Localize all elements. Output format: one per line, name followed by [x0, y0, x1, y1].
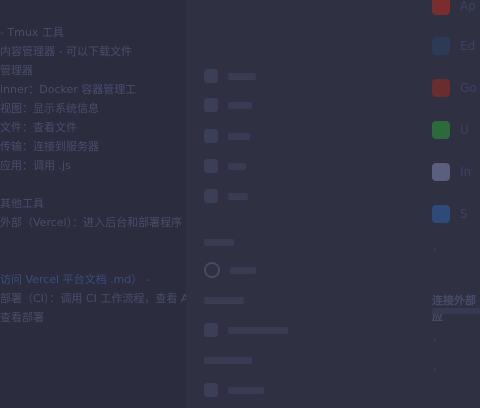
menu-item-label: [204, 356, 252, 364]
menu-item-label: [230, 266, 256, 274]
menu-item-icon: [204, 159, 218, 173]
menu-item-icon: [204, 98, 218, 112]
menu-item[interactable]: [204, 290, 244, 310]
arrow-right-icon[interactable]: ›: [432, 362, 437, 376]
arrow-right-icon[interactable]: ›: [432, 242, 437, 256]
menu-item-label: [228, 326, 288, 334]
chat-line: 应用：调用 .js: [0, 159, 71, 172]
section-subtitle: [432, 308, 480, 314]
app-item[interactable]: Ap: [432, 0, 476, 18]
chat-link[interactable]: 访问 Vercel 平台文档 .md） -: [0, 273, 150, 287]
menu-item-label: [228, 101, 252, 109]
chat-line: 视图：显示系统信息: [0, 102, 99, 115]
menu-item-label: [228, 386, 264, 394]
menu-item-icon: [204, 129, 218, 143]
menu-item[interactable]: [204, 260, 256, 280]
app-label: U: [460, 123, 469, 137]
menu-item[interactable]: [204, 380, 264, 400]
menu-item[interactable]: [204, 126, 250, 146]
menu-item[interactable]: [204, 66, 256, 86]
app-icon: [432, 0, 450, 15]
chat-line: 内容管理器 - 可以下载文件: [0, 45, 132, 58]
app-label: Ap: [460, 0, 476, 13]
app-label: In: [460, 165, 472, 179]
app-icon: [432, 79, 450, 97]
app-label: Ed: [460, 39, 476, 53]
menu-item[interactable]: [204, 350, 252, 370]
menu-item[interactable]: [204, 232, 234, 252]
menu-item-label: [228, 192, 248, 200]
chat-line: 外部（Vercel）：进入后台和部署程序: [0, 216, 183, 229]
menu-item[interactable]: [204, 156, 246, 176]
menu-item-icon: [204, 69, 218, 83]
app-item[interactable]: Ed: [432, 34, 475, 58]
app-item[interactable]: U: [432, 118, 469, 142]
menu-item-label: [228, 72, 256, 80]
chat-line: inner：Docker 容器管理工: [0, 83, 137, 96]
chat-line: 其他工具: [0, 197, 44, 210]
menu-item-label: [228, 132, 250, 140]
chat-line: 传输：连接到服务器: [0, 140, 99, 153]
app-label: Go: [460, 81, 477, 95]
menu-item-icon: [204, 189, 218, 203]
chat-line: - Tmux 工具: [0, 26, 64, 39]
app-item[interactable]: Go: [432, 76, 477, 100]
circle-icon: [204, 262, 220, 278]
menu-item-label: [228, 162, 246, 170]
arrow-right-icon[interactable]: ›: [432, 332, 437, 346]
app-item[interactable]: S: [432, 202, 468, 226]
menu-item[interactable]: [204, 320, 288, 340]
menu-item-label: [204, 296, 244, 304]
chat-line: 管理器: [0, 64, 33, 77]
chat-line: 文件：查看文件: [0, 121, 77, 134]
menu-item-icon: [204, 323, 218, 337]
app-icon: [432, 163, 450, 181]
chat-line: 部署（CI）：调用 CI 工作流程，查看 A: [0, 292, 186, 305]
menu-item-label: [204, 238, 234, 246]
app-label: S: [460, 207, 468, 221]
app-item[interactable]: In: [432, 160, 471, 184]
app-icon: [432, 205, 450, 223]
menu-item[interactable]: [204, 186, 248, 206]
chat-line: 查看部署: [0, 311, 44, 324]
chat-panel: - Tmux 工具 内容管理器 - 可以下载文件 管理器 inner：Docke…: [0, 0, 186, 408]
app-icon: [432, 37, 450, 55]
menu-item-icon: [204, 383, 218, 397]
app-icon: [432, 121, 450, 139]
menu-item[interactable]: [204, 95, 252, 115]
